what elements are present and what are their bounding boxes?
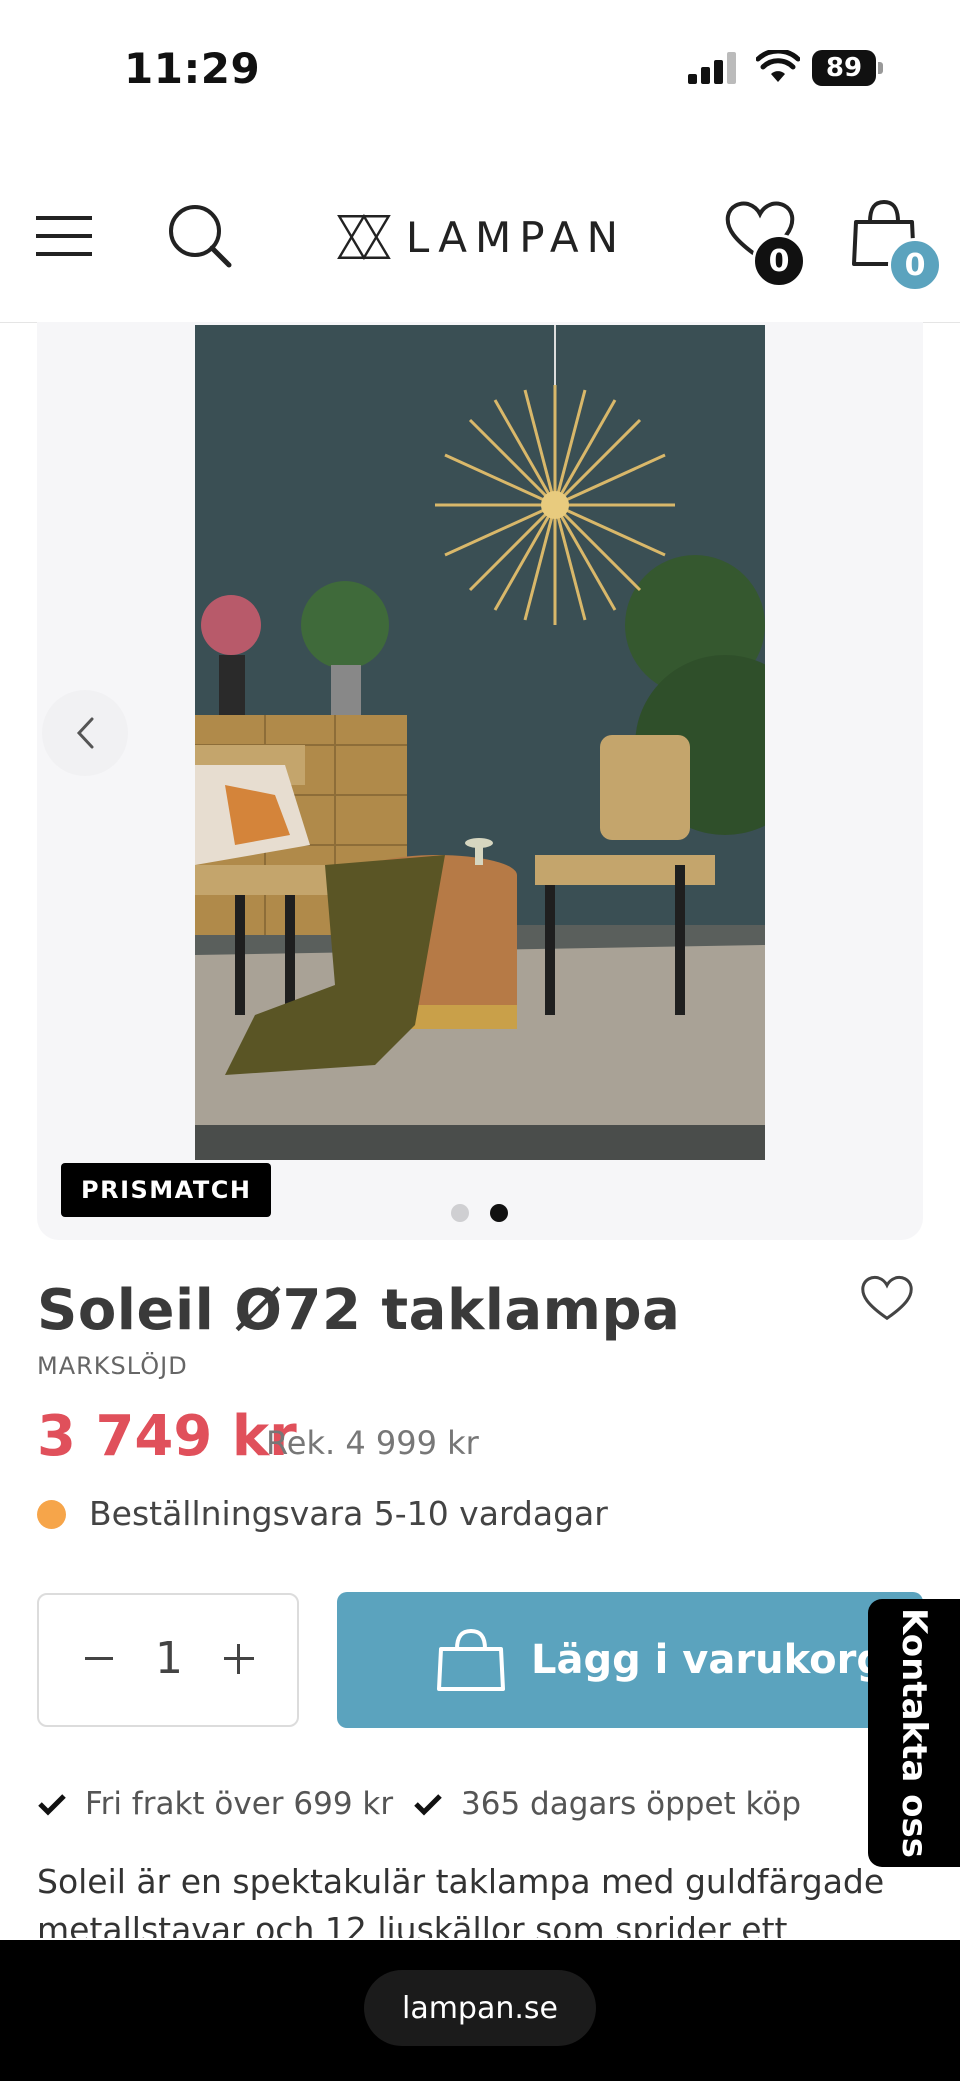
prismatch-badge: PRISMATCH — [61, 1163, 272, 1217]
shopping-bag-icon — [437, 1628, 505, 1691]
usp-item: 365 dagars öppet köp — [413, 1786, 801, 1822]
wifi-icon — [756, 50, 800, 82]
quantity-decrease-button[interactable] — [69, 1629, 129, 1689]
gallery-prev-button[interactable] — [42, 690, 128, 776]
stock-status-dot — [37, 1500, 66, 1529]
stock-status-text: Beställningsvara 5-10 vardagar — [89, 1494, 608, 1533]
battery-cap — [878, 62, 883, 74]
site-logo[interactable]: LAMPAN — [336, 202, 626, 272]
add-to-cart-button[interactable]: Lägg i varukorg — [337, 1592, 923, 1728]
add-to-wishlist-button[interactable] — [860, 1274, 914, 1326]
checkmark-icon — [414, 1794, 442, 1816]
lampan-logo-icon — [337, 213, 391, 261]
quantity-value[interactable]: 1 — [149, 1633, 189, 1684]
product-photo — [195, 325, 765, 1160]
add-to-cart-label: Lägg i varukorg — [531, 1637, 885, 1683]
hamburger-icon — [36, 216, 92, 256]
address-bar[interactable]: lampan.se — [364, 1970, 596, 2046]
contact-us-tab[interactable]: Kontakta oss — [868, 1599, 960, 1867]
gallery-dot-2[interactable] — [490, 1204, 508, 1222]
usp-open-purchase: 365 dagars öppet köp — [461, 1786, 802, 1822]
cellular-signal-icon — [688, 52, 736, 84]
product-description: Soleil är en spektakulär taklampa med gu… — [37, 1862, 885, 1938]
logo-text: LAMPAN — [405, 212, 626, 262]
menu-button[interactable] — [34, 206, 94, 266]
product-brand[interactable]: MARKSLÖJD — [37, 1352, 188, 1380]
search-button[interactable] — [164, 200, 236, 272]
recommended-price: Rek. 4 999 kr — [266, 1424, 479, 1462]
search-icon — [169, 205, 232, 268]
site-header: LAMPAN 0 0 — [0, 160, 960, 323]
product-price: 3 749 kr — [37, 1404, 297, 1469]
quantity-stepper: 1 — [37, 1593, 299, 1727]
cart-button[interactable]: 0 — [846, 196, 942, 292]
heart-outline-icon — [861, 1275, 913, 1321]
wishlist-count-badge: 0 — [752, 234, 806, 288]
minus-icon — [85, 1657, 113, 1660]
quantity-increase-button[interactable] — [209, 1629, 269, 1689]
battery-indicator: 89 — [812, 50, 876, 86]
chevron-left-icon — [76, 717, 94, 749]
usp-item: Fri frakt över 699 kr — [37, 1786, 393, 1822]
cart-count-badge: 0 — [888, 238, 942, 292]
status-time: 11:29 — [124, 44, 261, 93]
product-title: Soleil Ø72 taklampa — [37, 1278, 681, 1343]
plus-icon — [224, 1644, 254, 1674]
usp-free-shipping: Fri frakt över 699 kr — [85, 1786, 394, 1822]
checkmark-icon — [38, 1794, 66, 1816]
wishlist-button[interactable]: 0 — [722, 196, 806, 288]
contact-us-label: Kontakta oss — [894, 1608, 934, 1858]
gallery-dot-1[interactable] — [451, 1204, 469, 1222]
